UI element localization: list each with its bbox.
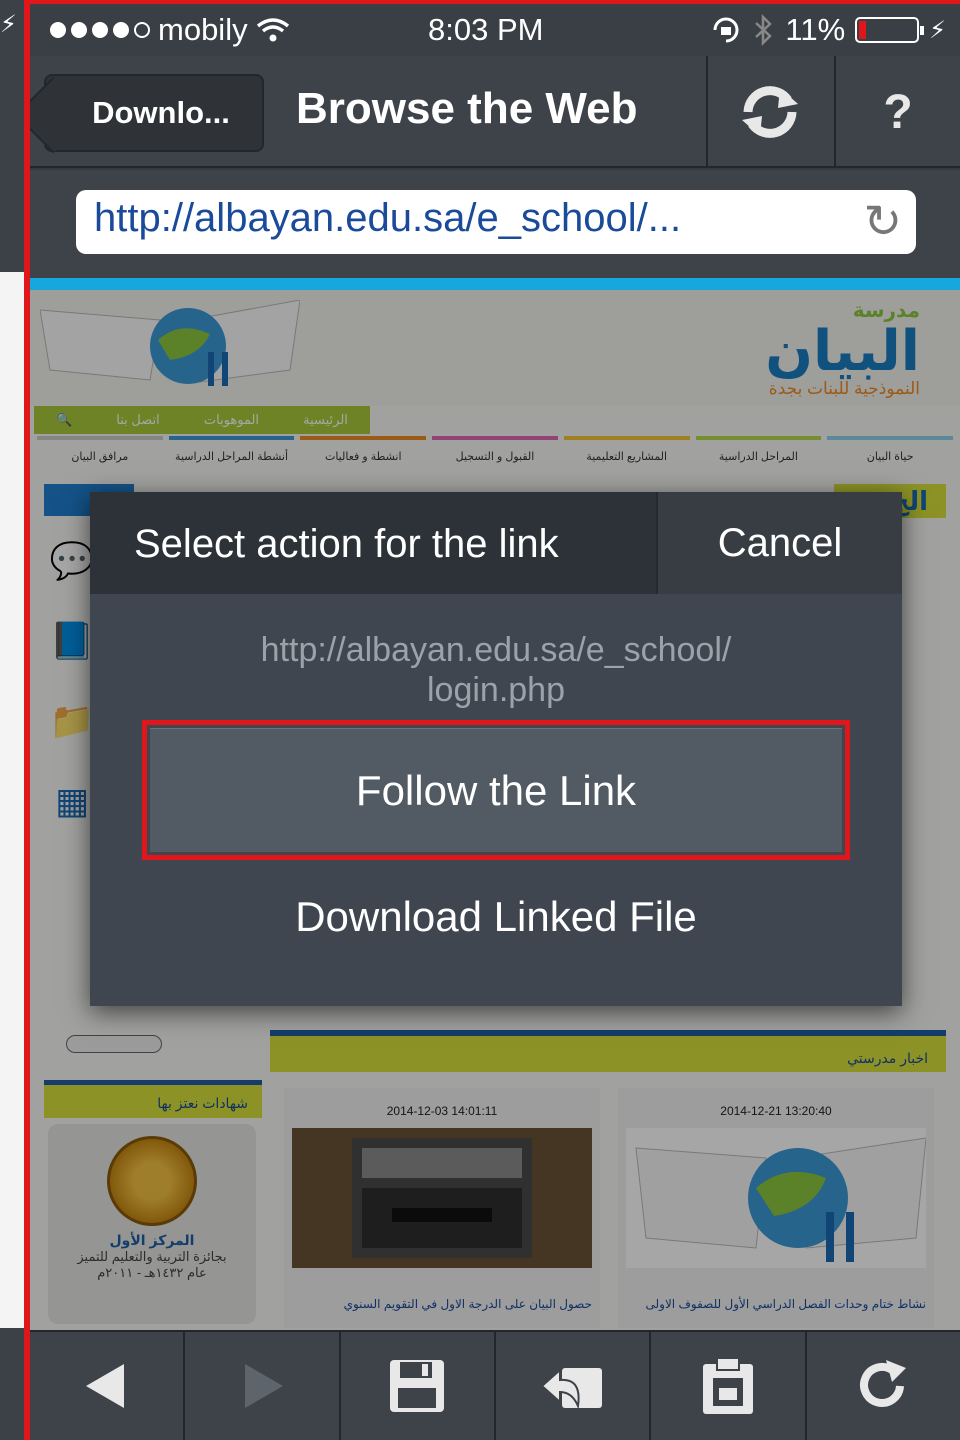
url-field[interactable]: http://albayan.edu.sa/e_school/... ↻ bbox=[76, 190, 916, 254]
clipboard-icon bbox=[702, 1357, 753, 1414]
back-toolbar-button[interactable] bbox=[30, 1332, 186, 1440]
download-linked-file-button[interactable]: Download Linked File bbox=[90, 872, 902, 962]
save-toolbar-button[interactable] bbox=[341, 1332, 496, 1440]
link-url-line-1: http://albayan.edu.sa/e_school/ bbox=[260, 631, 732, 669]
cancel-button[interactable]: Cancel bbox=[656, 492, 902, 594]
link-url-line-2: login.php bbox=[426, 671, 565, 709]
page-title: Browse the Web bbox=[296, 84, 638, 133]
reload-url-icon[interactable]: ↻ bbox=[863, 194, 902, 248]
save-icon bbox=[390, 1360, 445, 1412]
status-bar: mobily 8:03 PM 11% ⚡ bbox=[30, 4, 960, 56]
rotation-lock-icon bbox=[713, 17, 739, 43]
charging-bolt-icon: ⚡ bbox=[929, 16, 946, 44]
url-text: http://albayan.edu.sa/e_school/... bbox=[94, 196, 682, 240]
navigation-bar: Downlo... Browse the Web ? bbox=[30, 56, 960, 168]
sync-icon bbox=[742, 86, 798, 138]
charging-icon: ⚡ bbox=[0, 11, 17, 38]
battery-icon bbox=[855, 17, 925, 43]
clock: 8:03 PM bbox=[428, 12, 544, 47]
link-action-sheet: Select action for the link Cancel http:/… bbox=[90, 492, 902, 1006]
carrier-info: mobily bbox=[50, 12, 290, 48]
bluetooth-icon bbox=[755, 14, 773, 46]
refresh-button[interactable] bbox=[706, 56, 832, 168]
help-button[interactable]: ? bbox=[834, 56, 960, 168]
forward-toolbar-button[interactable] bbox=[185, 1332, 341, 1440]
highlight-box bbox=[142, 720, 850, 860]
signal-icon bbox=[50, 22, 150, 38]
reload-toolbar-button[interactable] bbox=[807, 1332, 960, 1440]
share-toolbar-button[interactable] bbox=[496, 1332, 652, 1440]
carrier-name: mobily bbox=[158, 12, 248, 47]
status-right: 11% ⚡ bbox=[709, 12, 946, 48]
battery-percent: 11% bbox=[785, 12, 846, 47]
action-sheet-header: Select action for the link Cancel bbox=[90, 492, 902, 594]
back-button-label: Downlo... bbox=[92, 95, 230, 130]
bottom-toolbar bbox=[30, 1330, 960, 1440]
link-url: http://albayan.edu.sa/e_school/ login.ph… bbox=[90, 630, 902, 710]
back-icon bbox=[85, 1364, 124, 1408]
back-button[interactable]: Downlo... bbox=[44, 74, 264, 152]
action-sheet-title: Select action for the link bbox=[134, 522, 559, 566]
adjacent-screen-content bbox=[0, 272, 24, 1328]
wifi-icon bbox=[256, 18, 289, 42]
reload-icon bbox=[860, 1360, 907, 1407]
clipboard-toolbar-button[interactable] bbox=[651, 1332, 807, 1440]
url-bar-container: http://albayan.edu.sa/e_school/... ↻ bbox=[30, 170, 960, 278]
share-icon bbox=[540, 1367, 602, 1410]
forward-icon bbox=[244, 1364, 283, 1408]
phone-screen: mobily 8:03 PM 11% ⚡ Downlo... Browse th… bbox=[30, 4, 960, 1440]
help-label: ? bbox=[883, 85, 913, 139]
accent-divider bbox=[30, 278, 960, 290]
